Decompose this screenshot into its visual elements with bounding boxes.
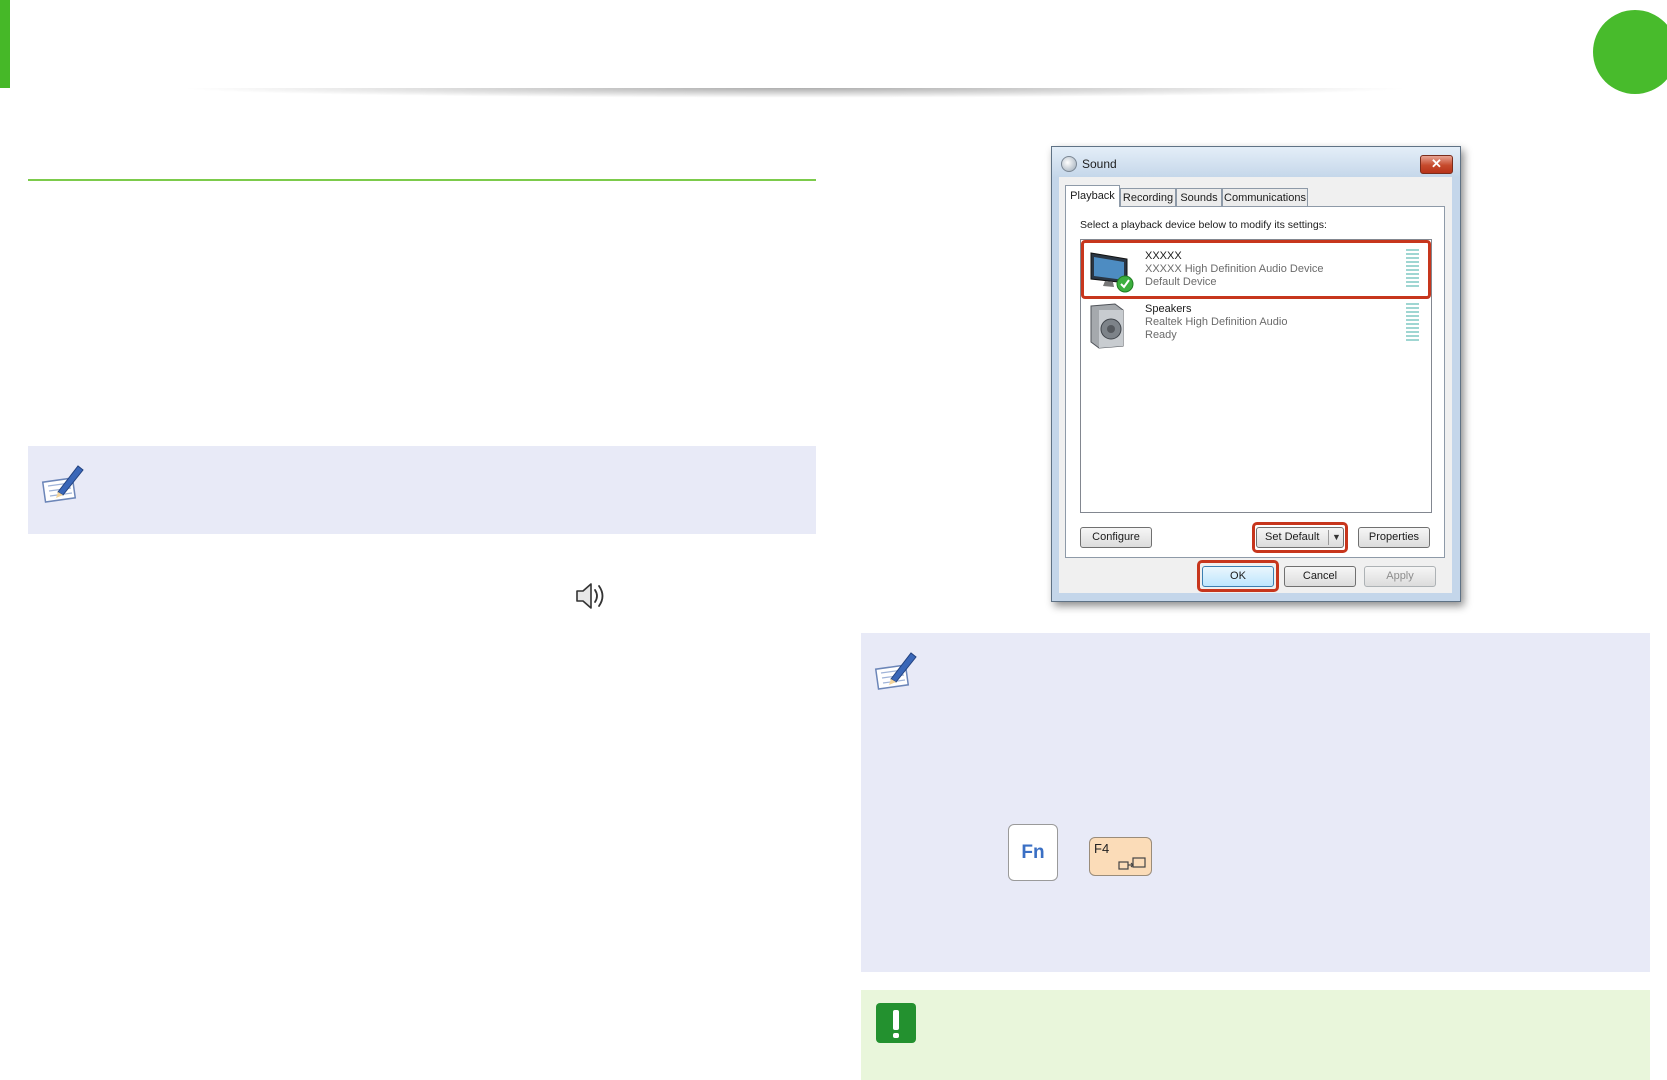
volume-speaker-icon xyxy=(576,583,604,609)
f4-key-label: F4 xyxy=(1094,841,1110,856)
tab-communications[interactable]: Communications xyxy=(1222,188,1308,207)
f4-key: F4 xyxy=(1089,837,1152,876)
note-box xyxy=(861,633,1650,972)
section-divider xyxy=(28,179,816,181)
properties-button[interactable]: Properties xyxy=(1358,527,1430,548)
device-status: Ready xyxy=(1145,329,1177,341)
exclamation-icon xyxy=(876,1003,916,1043)
level-meter xyxy=(1406,303,1419,341)
dialog-title: Sound xyxy=(1082,157,1117,171)
note-pencil-icon xyxy=(874,652,917,690)
note-box xyxy=(28,446,816,534)
highlight-ring-device xyxy=(1081,240,1431,299)
apply-button[interactable]: Apply xyxy=(1364,566,1436,587)
panel-instruction: Select a playback device below to modify… xyxy=(1080,219,1327,231)
sound-app-icon xyxy=(1061,156,1077,172)
sound-dialog: Sound ✕ Playback Recording Sounds Commun… xyxy=(1051,146,1461,602)
header-shadow xyxy=(0,88,1590,102)
highlight-ring-ok xyxy=(1197,560,1279,592)
cancel-button[interactable]: Cancel xyxy=(1284,566,1356,587)
playback-panel: Select a playback device below to modify… xyxy=(1065,206,1445,558)
dialog-client-area: Playback Recording Sounds Communications… xyxy=(1059,177,1452,593)
configure-button[interactable]: Configure xyxy=(1080,527,1152,548)
chapter-badge xyxy=(1593,10,1667,94)
tab-playback[interactable]: Playback xyxy=(1065,185,1120,207)
close-button[interactable]: ✕ xyxy=(1420,155,1453,174)
display-switch-icon xyxy=(1118,857,1146,870)
tab-sounds[interactable]: Sounds xyxy=(1176,188,1222,207)
caution-box xyxy=(861,990,1650,1080)
speaker-icon xyxy=(1090,303,1124,349)
note-pencil-icon xyxy=(41,465,84,503)
fn-key: Fn xyxy=(1008,824,1058,881)
device-description: Realtek High Definition Audio xyxy=(1145,316,1288,328)
highlight-ring-set-default xyxy=(1252,522,1348,553)
device-list: XXXXX XXXXX High Definition Audio Device… xyxy=(1080,239,1432,513)
header-accent-bar xyxy=(0,0,10,88)
device-name: Speakers xyxy=(1145,303,1192,315)
tab-recording[interactable]: Recording xyxy=(1120,188,1176,207)
device-item-speakers[interactable]: Speakers Realtek High Definition Audio R… xyxy=(1081,300,1431,352)
